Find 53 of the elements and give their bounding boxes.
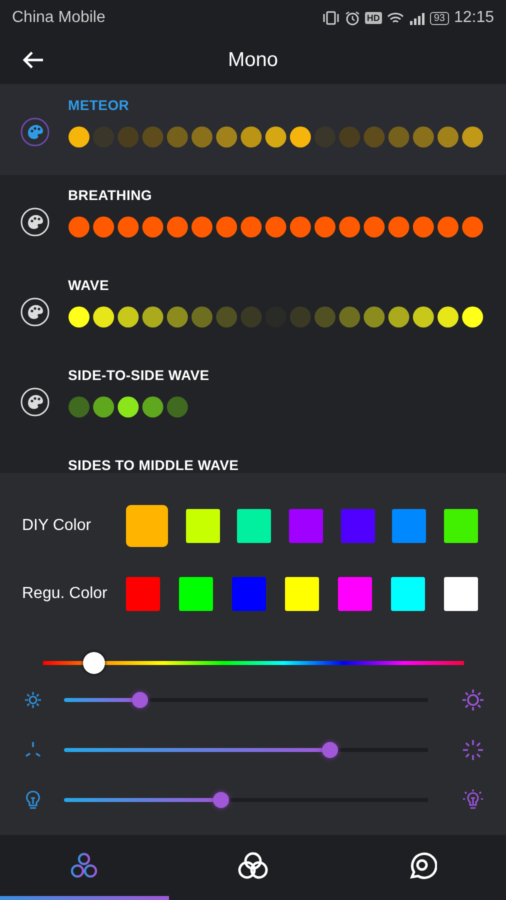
palette-icon [20,117,50,147]
sun-small-icon [24,691,42,709]
slider-thumb[interactable] [212,792,229,808]
effect-row[interactable]: SIDE-TO-SIDE WAVE [0,355,506,445]
color-row-label: Regu. Color [22,585,108,603]
color-swatch[interactable] [391,577,425,611]
spokes-small-icon [24,741,42,759]
alarm-icon [344,10,360,26]
color-swatch[interactable] [338,577,372,611]
vibrate-icon [322,11,340,25]
effect-row[interactable]: SIDES TO MIDDLE WAVE [0,445,506,473]
back-arrow-icon [22,51,44,69]
sun-large-icon [462,689,484,711]
color-swatch[interactable] [288,509,323,543]
color-swatch[interactable] [186,509,220,543]
palette-icon [20,387,50,417]
bulb-icon [24,790,42,810]
color-swatch[interactable] [126,577,160,611]
battery-level: 93 [430,12,449,24]
carrier-name: China Mobile [12,9,106,27]
wifi-icon [386,12,404,24]
color-row-label: DIY Color [22,517,92,535]
effect-name: METEOR [68,97,130,113]
color-swatch[interactable] [232,577,266,611]
color-swatch[interactable] [179,577,213,611]
hue-slider[interactable] [43,651,464,675]
color-swatch[interactable] [285,577,319,611]
bulb-glow-icon [462,789,484,811]
color-swatch[interactable] [237,509,272,543]
palette-icon [20,207,50,237]
color-swatch[interactable] [126,505,168,547]
signal-icon [408,12,425,24]
color-swatch[interactable] [444,509,478,543]
slider-thumb[interactable] [132,692,148,708]
slider-thumb[interactable] [322,742,338,758]
color-swatch[interactable] [392,509,426,543]
burst-icon [462,739,484,761]
effect-name: SIDE-TO-SIDE WAVE [68,367,210,383]
effect-row[interactable]: BREATHING [0,175,506,265]
effect-name: BREATHING [68,187,153,203]
overlapping-circles-icon [237,850,269,880]
effect-name: WAVE [68,277,110,293]
clock-time: 12:15 [454,9,494,27]
effect-row[interactable]: WAVE [0,265,506,355]
page-title: Mono [228,48,278,72]
hd-badge: HD [364,12,382,24]
color-swatch[interactable] [444,577,478,611]
effect-name: SIDES TO MIDDLE WAVE [68,457,239,473]
color-swatch[interactable] [340,509,375,543]
effect-row[interactable]: METEOR [0,85,506,175]
three-circles-icon [69,852,100,880]
slider-thumb[interactable] [82,652,105,674]
palette-icon [20,297,50,327]
